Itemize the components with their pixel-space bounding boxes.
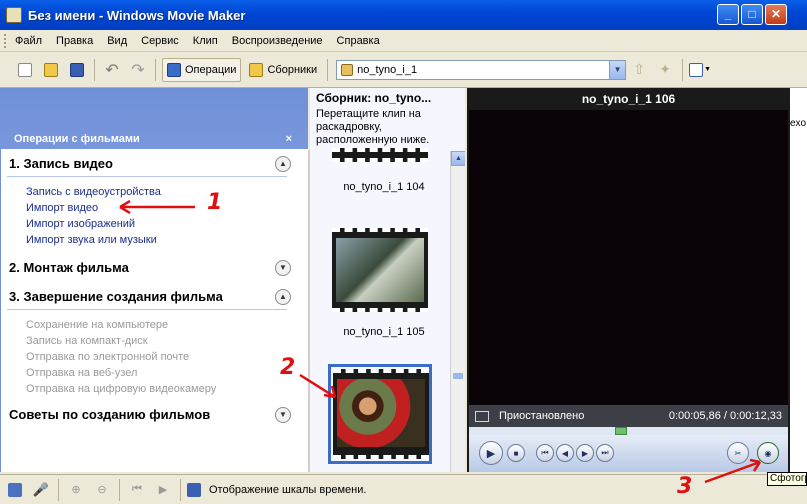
- annotation-arrow-2: [299, 373, 337, 399]
- annotation-layer: [119, 199, 762, 484]
- annotation-number-2: 2: [280, 355, 296, 380]
- annotation-arrow-1: [119, 199, 195, 215]
- annotation-arrow-3: [704, 458, 762, 484]
- annotation-number-3: 3: [677, 474, 693, 499]
- annotation-number-1: 1: [207, 190, 223, 215]
